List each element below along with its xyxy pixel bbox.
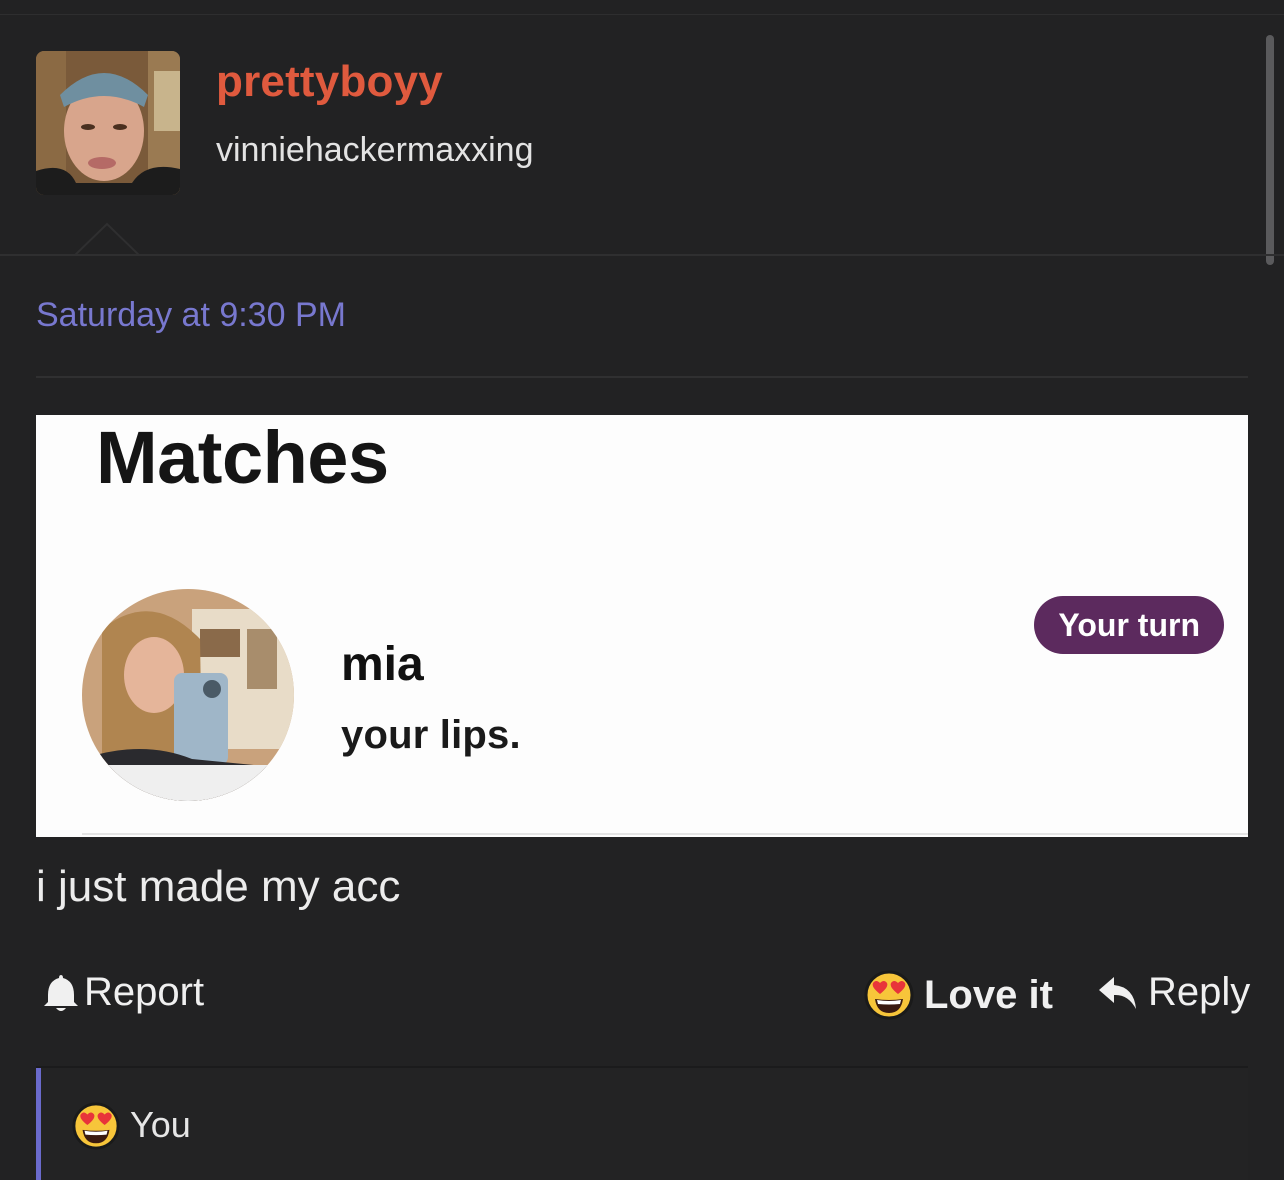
header-divider [0, 254, 1284, 256]
your-turn-badge: Your turn [1034, 596, 1224, 654]
love-it-label: Love it [924, 972, 1053, 1017]
caret-pointer-icon [74, 222, 140, 256]
reaction-user-label[interactable]: You [130, 1104, 191, 1146]
embedded-screenshot[interactable]: Matches mia your lips. Your turn [36, 415, 1248, 837]
post-header: prettyboyy vinniehackermaxxing [0, 15, 1284, 265]
report-button[interactable]: Report [44, 970, 204, 1015]
report-label: Report [84, 970, 205, 1014]
love-it-button[interactable]: Love it [864, 970, 1053, 1020]
heart-eyes-emoji-icon [72, 1102, 120, 1150]
match-avatar [82, 589, 294, 801]
scrollbar[interactable] [1266, 35, 1274, 265]
reply-arrow-icon [1099, 976, 1136, 1009]
content-divider [36, 376, 1248, 378]
post-body-text: i just made my acc [36, 862, 401, 911]
author-username[interactable]: prettyboyy [216, 57, 443, 107]
matches-heading: Matches [96, 416, 389, 499]
reply-label: Reply [1148, 970, 1251, 1014]
author-avatar[interactable] [36, 51, 180, 195]
screenshot-bottom-line [82, 833, 1248, 835]
post-timestamp[interactable]: Saturday at 9:30 PM [36, 296, 346, 335]
match-name: mia [341, 638, 424, 691]
bell-icon [44, 974, 78, 1011]
author-title: vinniehackermaxxing [216, 131, 534, 169]
match-last-message: your lips. [341, 713, 521, 757]
reactions-accent-bar [36, 1068, 41, 1180]
reply-button[interactable]: Reply [1098, 970, 1250, 1015]
heart-eyes-emoji-icon [864, 970, 914, 1020]
reactions-bar[interactable]: You [36, 1066, 1248, 1180]
